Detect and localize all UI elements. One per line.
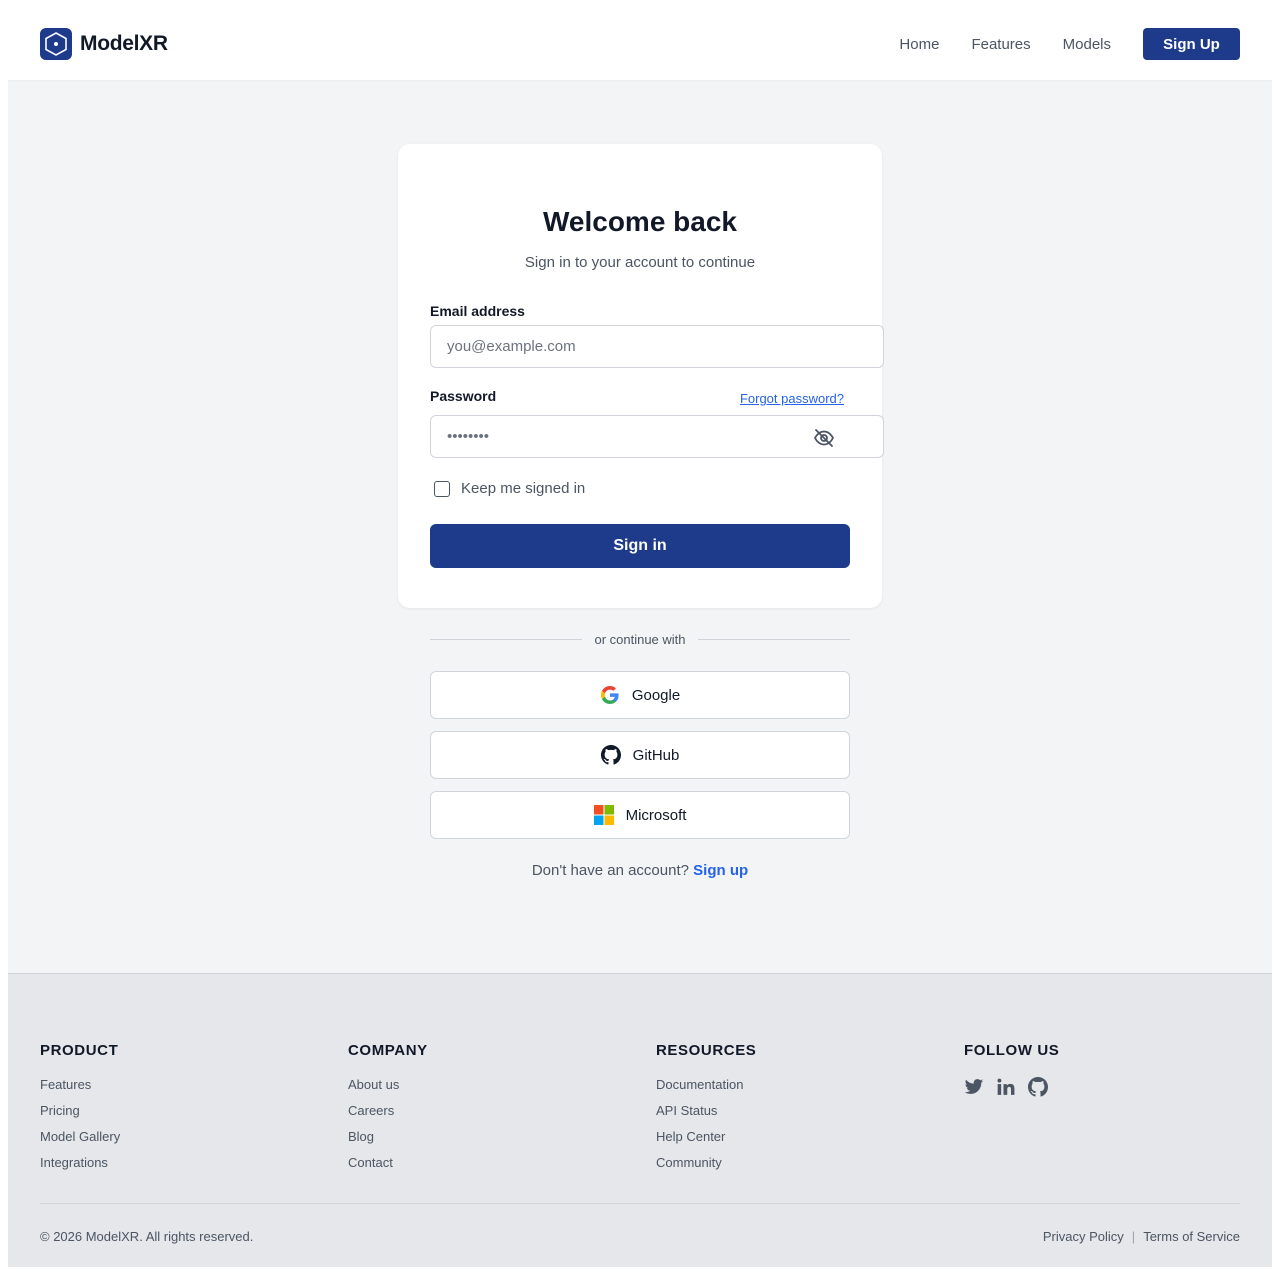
microsoft-icon <box>593 805 614 825</box>
footer-column-resources: RESOURCES Documentation API Status Help … <box>656 1042 756 1181</box>
header-signup-button[interactable]: Sign Up <box>1143 28 1240 60</box>
divider-line-left <box>430 638 583 640</box>
footer-column-title: COMPANY <box>348 1042 428 1059</box>
footer-link-contact[interactable]: Contact <box>348 1155 428 1170</box>
footer-column-company: COMPANY About us Careers Blog Contact <box>348 1042 428 1181</box>
site-header: ModelXR Home Features Models Sign Up <box>8 8 1272 80</box>
remember-me-row: Keep me signed in <box>434 480 585 497</box>
sign-in-button[interactable]: Sign in <box>430 524 850 568</box>
main-nav: Home Features Models Sign Up <box>899 28 1240 60</box>
login-card: Welcome back Sign in to your account to … <box>398 144 884 608</box>
footer-link-api-status[interactable]: API Status <box>656 1103 756 1118</box>
github-login-button[interactable]: GitHub <box>430 731 850 779</box>
site-footer: PRODUCT Features Pricing Model Gallery I… <box>8 973 1272 1267</box>
footer-column-title: FOLLOW US <box>964 1042 1060 1059</box>
google-login-button[interactable]: Google <box>430 671 850 719</box>
footer-link-about[interactable]: About us <box>348 1077 428 1092</box>
footer-link-model-gallery[interactable]: Model Gallery <box>40 1129 120 1144</box>
password-label: Password <box>430 388 497 404</box>
nav-models[interactable]: Models <box>1063 36 1111 53</box>
footer-column-product: PRODUCT Features Pricing Model Gallery I… <box>40 1042 120 1181</box>
divider-text: or continue with <box>594 631 686 647</box>
footer-link-documentation[interactable]: Documentation <box>656 1077 756 1092</box>
footer-separator <box>40 1203 1240 1204</box>
footer-link-pricing[interactable]: Pricing <box>40 1103 120 1118</box>
signup-prompt: Don't have an account? Sign up <box>8 862 1272 879</box>
nav-features[interactable]: Features <box>971 36 1030 53</box>
footer-link-blog[interactable]: Blog <box>348 1129 428 1144</box>
nav-home[interactable]: Home <box>899 36 939 53</box>
signup-link[interactable]: Sign up <box>693 862 748 879</box>
email-label: Email address <box>430 303 525 319</box>
google-icon <box>600 685 620 705</box>
email-field[interactable]: you@example.com <box>430 325 884 368</box>
footer-link-community[interactable]: Community <box>656 1155 756 1170</box>
social-divider: or continue with <box>430 630 850 648</box>
hexagon-logo-icon <box>40 28 72 60</box>
brand-name: ModelXR <box>80 32 168 55</box>
footer-link-integrations[interactable]: Integrations <box>40 1155 120 1170</box>
google-label: Google <box>631 686 681 704</box>
forgot-password-link[interactable]: Forgot password? <box>740 391 844 406</box>
linkedin-icon[interactable] <box>996 1077 1016 1097</box>
github-label: GitHub <box>632 746 680 764</box>
follow-icons <box>964 1077 1060 1097</box>
github-icon[interactable] <box>1028 1077 1048 1097</box>
eye-off-icon[interactable] <box>812 426 836 450</box>
email-placeholder: you@example.com <box>447 338 576 355</box>
password-value: •••••••• <box>447 428 490 445</box>
remember-me-checkbox[interactable] <box>434 480 450 497</box>
page: ModelXR Home Features Models Sign Up Wel… <box>8 8 1272 1267</box>
login-title: Welcome back <box>542 206 738 237</box>
github-icon <box>600 745 621 765</box>
microsoft-login-button[interactable]: Microsoft <box>430 791 850 839</box>
login-subtitle: Sign in to your account to continue <box>524 254 756 271</box>
footer-column-follow: FOLLOW US <box>964 1042 1060 1097</box>
copyright-text: © 2026 ModelXR. All rights reserved. <box>40 1229 254 1244</box>
microsoft-label: Microsoft <box>625 806 687 824</box>
footer-link-careers[interactable]: Careers <box>348 1103 428 1118</box>
divider-line-right <box>697 638 850 640</box>
terms-of-service-link[interactable]: Terms of Service <box>1143 1229 1240 1244</box>
footer-column-title: PRODUCT <box>40 1042 119 1059</box>
remember-me-label: Keep me signed in <box>461 480 586 497</box>
brand-logo[interactable]: ModelXR <box>40 28 168 60</box>
privacy-policy-link[interactable]: Privacy Policy <box>1043 1229 1124 1244</box>
twitter-icon[interactable] <box>964 1077 984 1097</box>
legal-links: Privacy Policy | Terms of Service <box>1043 1229 1240 1244</box>
footer-link-features[interactable]: Features <box>40 1077 120 1092</box>
legal-separator: | <box>1131 1229 1136 1244</box>
footer-column-title: RESOURCES <box>656 1042 757 1059</box>
signup-prompt-text: Don't have an account? <box>531 862 689 879</box>
footer-link-help-center[interactable]: Help Center <box>656 1129 756 1144</box>
